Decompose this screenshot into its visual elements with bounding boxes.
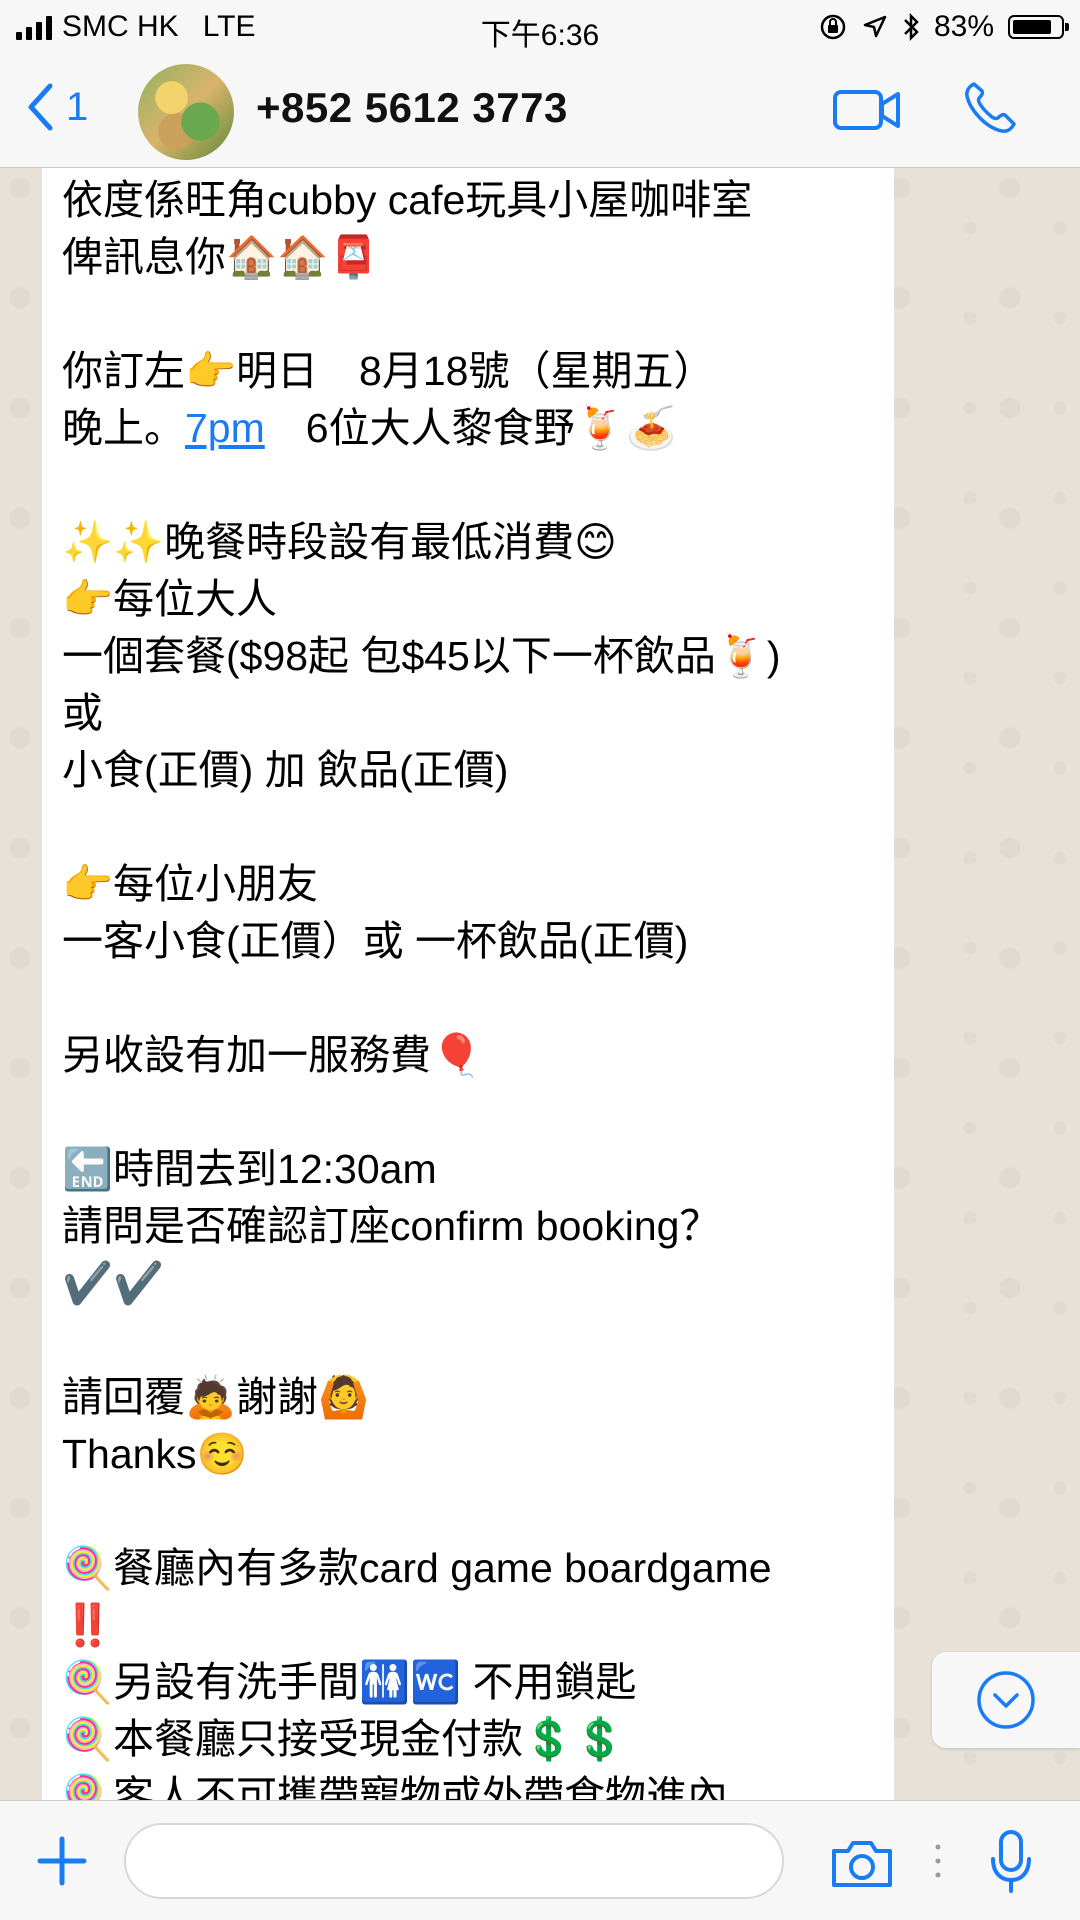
message-line: 🔚時間去到12:30am — [62, 1146, 437, 1192]
plus-icon — [37, 1836, 87, 1886]
microphone-icon — [991, 1830, 1031, 1893]
message-line: 你訂左👉明日 8月18號（星期五） — [62, 348, 715, 394]
video-call-button[interactable] — [832, 86, 902, 139]
message-line — [62, 1084, 874, 1141]
message-line: 俾訊息你🏠🏠📮 — [62, 234, 380, 280]
message-line — [62, 457, 874, 514]
video-camera-icon — [833, 90, 900, 130]
message-line — [62, 286, 874, 343]
camera-icon — [832, 1841, 892, 1887]
message-line: ‼️ — [62, 1602, 114, 1648]
message-line: 🍭本餐廳只接受現金付款💲💲 — [62, 1716, 626, 1762]
chat-header: 1 +852 5612 3773 — [0, 56, 1080, 168]
message-input[interactable] — [124, 1823, 784, 1899]
message-line: 一個套餐($98起 包$45以下一杯飲品🍹) — [62, 633, 781, 679]
message-line: 👉每位小朋友 — [62, 861, 319, 907]
attach-button[interactable] — [34, 1833, 90, 1894]
message-line: Thanks☺️ — [62, 1431, 248, 1477]
message-line: 請問是否確認訂座confirm booking？ — [62, 1203, 721, 1249]
time-link[interactable]: 7pm — [185, 405, 265, 451]
message-line — [62, 799, 874, 856]
message-line-time: 晚上。7pm 6位大人黎食野🍹🍝 — [62, 400, 874, 457]
message-line: 👉每位大人 — [62, 576, 278, 622]
message-line: ✨✨晚餐時段設有最低消費😊 — [62, 519, 617, 565]
message-line: 另收設有加一服務費🎈 — [62, 1032, 483, 1078]
contact-avatar[interactable] — [138, 64, 234, 160]
camera-button[interactable] — [830, 1837, 894, 1894]
message-line: 一客小食(正價）或 一杯飲品(正價) — [62, 918, 689, 964]
battery-percent: 83% — [933, 10, 994, 43]
message-line: 🍭餐廳內有多款card game boardgame — [62, 1545, 772, 1591]
chevron-left-icon — [28, 83, 53, 131]
message-line: 🍭另設有洗手間🚻🚾 不用鎖匙 — [62, 1659, 637, 1705]
scroll-to-bottom-button[interactable] — [932, 1652, 1080, 1748]
message-line — [62, 970, 874, 1027]
message-line: 或 — [62, 690, 103, 736]
status-right: 83% — [818, 10, 1069, 44]
bluetooth-icon — [904, 12, 919, 42]
orientation-lock-icon — [820, 14, 846, 40]
separator-dots-icon — [934, 1841, 942, 1886]
battery-fill — [1013, 20, 1051, 34]
back-button[interactable]: 1 — [26, 82, 88, 132]
unread-count: 1 — [66, 84, 89, 129]
message-line: 小食(正價) 加 飲品(正價) — [62, 747, 509, 793]
message-bubble[interactable]: 依度係旺角cubby cafe玩具小屋咖啡室 俾訊息你🏠🏠📮 你訂左👉明日 8月… — [42, 168, 894, 1800]
status-bar: SMC HK LTE 下午6:36 83% — [0, 0, 1080, 56]
message-line: 🍭客人不可攜帶寵物或外帶食物進內 — [62, 1773, 729, 1800]
message-text: 晚上。 — [62, 405, 185, 451]
phone-icon — [965, 82, 1016, 133]
contact-name[interactable]: +852 5612 3773 — [256, 84, 568, 132]
message-line: ✔️✔️ — [62, 1260, 165, 1306]
message-line — [62, 1483, 874, 1540]
voice-message-button[interactable] — [988, 1829, 1034, 1900]
message-line: 請回覆🙇謝謝🙆 — [62, 1374, 370, 1420]
message-line: 依度係旺角cubby cafe玩具小屋咖啡室 — [62, 177, 753, 223]
chevron-down-circle-icon — [977, 1671, 1035, 1729]
message-line — [62, 1312, 874, 1369]
message-text: 6位大人黎食野🍹🍝 — [264, 405, 677, 451]
composer-bar — [0, 1800, 1080, 1920]
location-icon — [863, 15, 887, 38]
battery-icon — [1008, 15, 1069, 39]
voice-call-button[interactable] — [960, 78, 1020, 143]
